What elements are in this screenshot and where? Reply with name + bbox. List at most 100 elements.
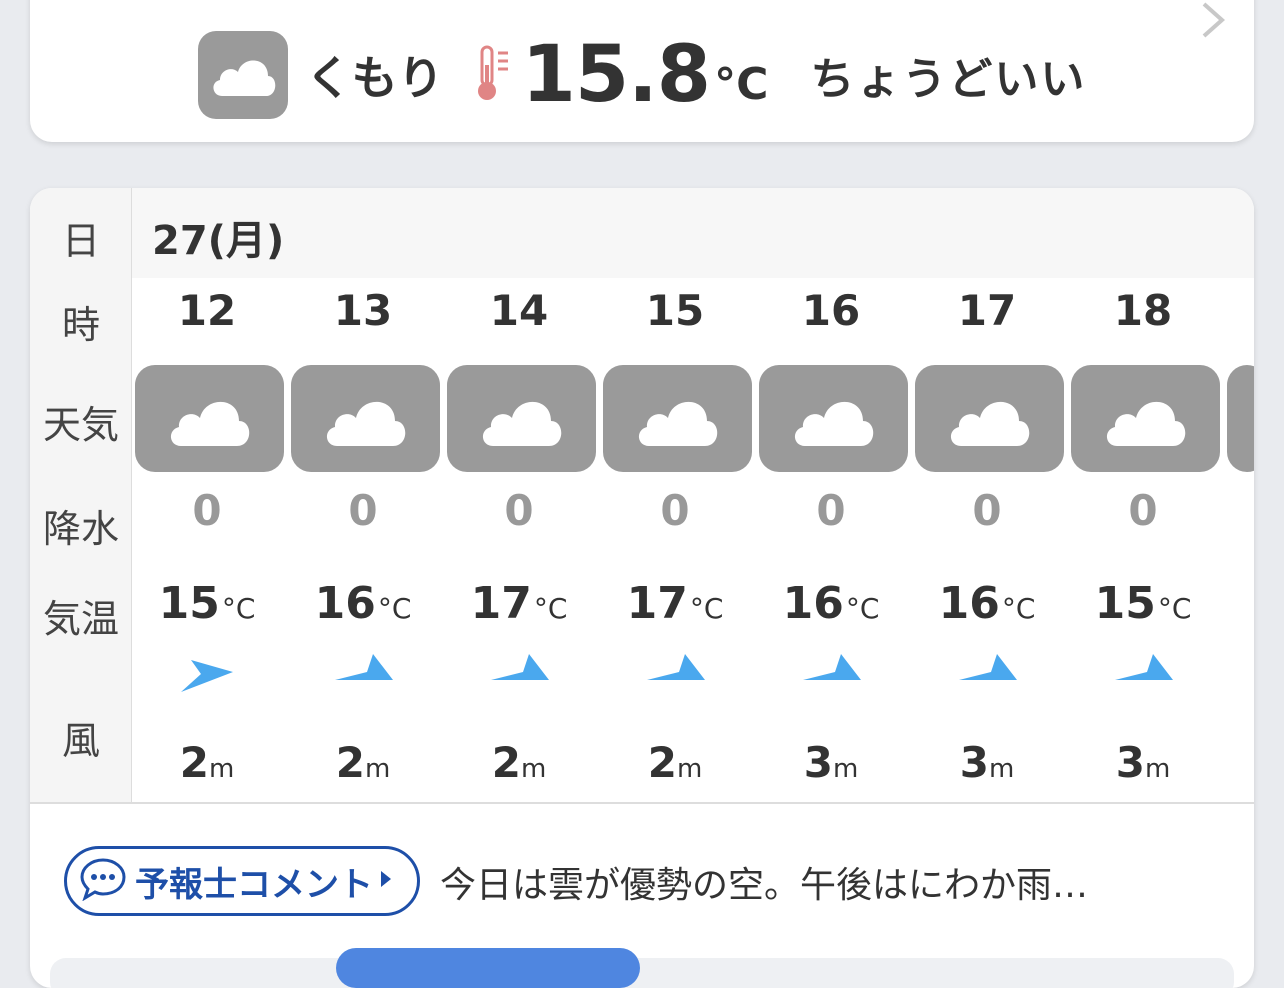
cloud-icon [291,365,440,472]
current-weather-text: くもり [305,51,444,105]
wind-speed-value: 3 [959,738,989,787]
temperature-value: 16 [314,578,376,629]
wind-direction-icon [489,650,553,690]
wind-cell: 2m [132,738,282,787]
precipitation-value: 0 [348,486,378,535]
wind-speed-unit: m [676,754,703,784]
wind-speed-value: 2 [179,738,209,787]
precipitation-value: 0 [660,486,690,535]
hour-label: 17 [957,286,1017,335]
temperature-unit: °C [377,592,412,625]
temperature-value: 16 [782,578,844,629]
hour-column: 14 0 17°C 2m [444,278,596,804]
current-weather-card[interactable]: くもり 15.8 °C ちょうどいい [30,0,1254,142]
hour-label: 13 [333,286,393,335]
precipitation-value: 0 [192,486,222,535]
wind-speed-value: 2 [335,738,365,787]
temperature-cell: 17°C [600,578,750,629]
wind-speed-unit: m [520,754,547,784]
row-labels: 日 時 天気 降水 気温 風 [30,188,132,804]
chevron-right-icon[interactable] [1200,0,1226,44]
wind-cell: 3m [1068,738,1218,787]
wind-speed-value: 2 [491,738,521,787]
cloud-icon [1227,365,1254,472]
wind-speed-unit: m [364,754,391,784]
temperature-cell: 16°C [756,578,906,629]
temperature-unit: °C [689,592,724,625]
hour-column-partial [1224,278,1254,804]
precipitation-value: 0 [972,486,1002,535]
wind-speed-unit: m [1144,754,1171,784]
cloud-icon [1071,365,1220,472]
temperature-value: 15 [158,578,220,629]
wind-direction-icon [801,650,865,690]
cloud-icon [603,365,752,472]
wind-cell: 3m [912,738,1062,787]
hour-column: 15 0 17°C 2m [600,278,752,804]
temperature-unit: °C [533,592,568,625]
temperature-cell: 15°C [1068,578,1218,629]
date-text: 27(月) [152,218,285,264]
wind-speed-value: 2 [647,738,677,787]
label-precip: 降水 [42,507,119,551]
hour-column: 18 0 15°C 3m [1068,278,1220,804]
current-temperature: 15.8 [521,30,711,120]
wind-direction-icon [177,650,237,698]
forecaster-comment-label: 予報士コメント [135,864,373,905]
hour-label: 12 [177,286,237,335]
hour-label: 15 [645,286,705,335]
divider [30,802,1254,804]
label-wind: 風 [61,719,100,763]
date-row: 27(月) [132,188,1254,278]
cloud-icon [135,365,284,472]
wind-cell: 2m [288,738,438,787]
wind-direction-icon [1113,650,1177,690]
cloud-icon [915,365,1064,472]
temperature-cell: 15°C [132,578,282,629]
precipitation-value: 0 [1128,486,1158,535]
forecaster-comment-text[interactable]: 今日は雲が優勢の空。午後はにわか雨… [440,856,1088,908]
wind-direction-icon [645,650,709,690]
temperature-value: 17 [470,578,532,629]
hour-column: 16 0 16°C 3m [756,278,908,804]
cloud-icon [197,31,288,119]
precipitation-value: 0 [816,486,846,535]
speech-bubble-icon [79,857,127,905]
temperature-cell: 16°C [288,578,438,629]
hour-label: 14 [489,286,549,335]
precipitation-value: 0 [504,486,534,535]
temperature-unit: °C [845,592,880,625]
forecaster-comment-button[interactable]: 予報士コメント [64,846,420,916]
current-temperature-unit: °C [714,58,769,110]
label-weather: 天気 [42,403,119,447]
hourly-forecast-card: 日 時 天気 降水 気温 風 27(月) 12 0 15°C 2m 13 0 16°C 2m 1… [30,188,1254,988]
temperature-unit: °C [1157,592,1192,625]
wind-cell: 2m [444,738,594,787]
label-hour: 時 [61,303,100,347]
cloud-icon [447,365,596,472]
hourly-grid[interactable]: 12 0 15°C 2m 13 0 16°C 2m 14 0 17°C 2m 15 0 17°C 2m 16 0 1… [132,278,1254,804]
wind-cell: 3m [756,738,906,787]
temperature-unit: °C [221,592,256,625]
hour-column: 12 0 15°C 2m [132,278,284,804]
wind-direction-icon [957,650,1021,690]
label-temp: 気温 [42,597,119,641]
current-feel-text: ちょうどいい [810,54,1087,105]
temperature-value: 17 [626,578,688,629]
temperature-cell: 16°C [912,578,1062,629]
active-tab-indicator[interactable] [336,948,640,988]
temperature-cell: 17°C [444,578,594,629]
hour-column: 13 0 16°C 2m [288,278,440,804]
wind-speed-unit: m [832,754,859,784]
wind-speed-value: 3 [803,738,833,787]
hour-column: 17 0 16°C 3m [912,278,1064,804]
cloud-icon [759,365,908,472]
wind-cell: 2m [600,738,750,787]
wind-direction-icon [333,650,397,690]
hour-label: 16 [801,286,861,335]
label-day: 日 [61,219,100,263]
temperature-value: 16 [938,578,1000,629]
temperature-unit: °C [1001,592,1036,625]
hour-label: 18 [1113,286,1173,335]
triangle-right-icon [379,869,393,893]
